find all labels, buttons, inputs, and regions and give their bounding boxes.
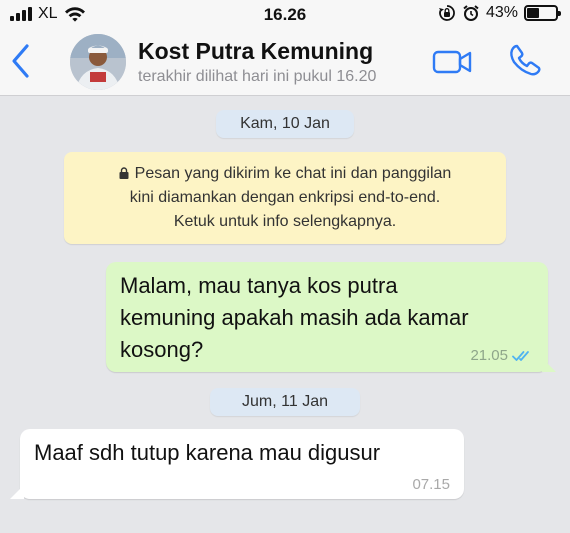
date-separator: Jum, 11 Jan <box>210 388 360 416</box>
notice-line: Pesan yang dikirim ke chat ini dan pangg… <box>76 162 494 186</box>
battery-percent: 43% <box>485 4 518 21</box>
incoming-message-bubble[interactable]: Maaf sdh tutup karena mau digusur 07.15 <box>10 429 464 499</box>
notice-line-1: Pesan yang dikirim ke chat ini dan pangg… <box>134 165 452 182</box>
message-text-line: Malam, mau tanya kos putra <box>120 273 398 298</box>
avatar[interactable] <box>70 34 126 90</box>
chat-header: Kost Putra Kemuning terakhir dilihat har… <box>0 28 570 96</box>
notice-line-2: kini diamankan dengan enkripsi end-to-en… <box>129 189 441 206</box>
status-bar: XL 16.26 43% <box>0 0 570 28</box>
back-chevron-icon[interactable] <box>8 42 34 80</box>
last-seen-status: terakhir dilihat hari ini pukul 16.20 <box>138 68 418 86</box>
message-text: Maaf sdh tutup karena mau digusur <box>34 440 381 465</box>
encryption-notice[interactable]: Pesan yang dikirim ke chat ini dan pangg… <box>64 152 506 244</box>
last-seen-text: terakhir dilihat hari ini pukul 16.20 <box>138 68 377 85</box>
date-separator: Kam, 10 Jan <box>216 110 354 138</box>
lock-icon <box>119 167 129 179</box>
message-meta: 21.05 <box>470 347 534 364</box>
battery-icon <box>524 5 561 21</box>
phone-call-icon[interactable] <box>508 43 542 77</box>
message-text-line: kemuning apakah masih ada kamar <box>120 305 469 330</box>
contact-name[interactable]: Kost Putra Kemuning <box>138 38 373 65</box>
alarm-icon <box>463 5 479 21</box>
battery-level-fill <box>527 8 540 18</box>
video-call-icon[interactable] <box>432 48 472 76</box>
avatar-photo <box>70 34 126 90</box>
outgoing-message-bubble[interactable]: Malam, mau tanya kos putra kemuning apak… <box>106 262 556 372</box>
status-right: 43% <box>438 4 561 22</box>
read-ticks-icon <box>512 350 529 361</box>
message-time: 21.05 <box>470 347 508 364</box>
rotation-lock-icon <box>438 5 455 21</box>
message-time: 07.15 <box>412 476 450 493</box>
notice-line-3: Ketuk untuk info selengkapnya. <box>173 213 397 230</box>
